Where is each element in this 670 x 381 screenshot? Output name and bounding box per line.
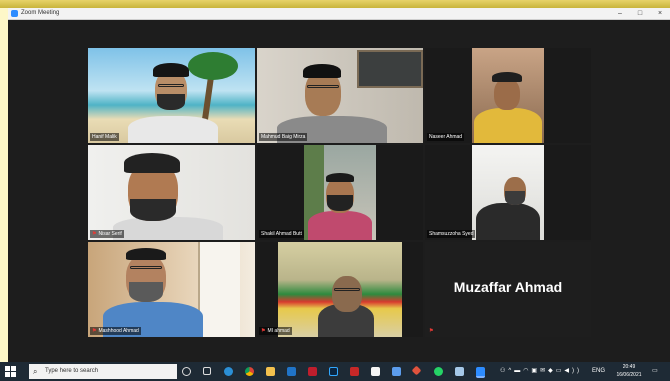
participant-name-label: ⚑: [427, 327, 437, 335]
participant-name-label: Shakil Ahmad Butt: [259, 230, 304, 238]
participant-tile-hanif-malik[interactable]: Hanif Malik: [88, 48, 255, 143]
participant-video: [257, 48, 423, 143]
participant-video: [472, 48, 544, 143]
app-icon[interactable]: [371, 367, 380, 376]
windows-start-button[interactable]: [5, 366, 16, 377]
participant-tile-mi-ahmad[interactable]: ⚑ MI ahmad: [257, 242, 423, 337]
participant-tile-nisar-serif[interactable]: ⚑ Nisar Serif: [88, 145, 255, 240]
taskbar-search-box[interactable]: ⌕ Type here to search: [29, 364, 177, 379]
minimize-button[interactable]: –: [610, 8, 630, 19]
participant-video: [304, 145, 376, 240]
participant-name-label: Hanif Malik: [90, 133, 119, 141]
window-titlebar: Zoom Meeting – □ ×: [8, 8, 670, 20]
outer-window-top-bar: [0, 0, 670, 8]
clock-time: 20:49: [622, 364, 636, 370]
participant-name-label: ⚑ Mashhood Ahmad: [90, 327, 141, 335]
participant-tile-mahmud-baig-mirza[interactable]: Mahmud Baig Mirza: [257, 48, 423, 143]
photoshop-icon[interactable]: [329, 367, 338, 376]
calendar-icon[interactable]: [392, 367, 401, 376]
participant-video: [88, 48, 255, 143]
maximize-button[interactable]: □: [630, 8, 650, 19]
participant-tile-mashhood-ahmad[interactable]: ⚑ Mashhood Ahmad: [88, 242, 255, 337]
windows-taskbar: ⌕ Type here to search ⚇^▬◠▣✉◆▭◀)) ENG 20…: [0, 362, 670, 381]
muted-mic-icon: ⚑: [429, 328, 434, 334]
participant-display-name: Muzaffar Ahmad: [453, 279, 563, 295]
participant-name-label: Shamsuzzoha Syed: [427, 230, 476, 238]
participant-tile-shakil-ahmad-butt[interactable]: Shakil Ahmad Butt: [257, 145, 423, 240]
file-explorer-icon[interactable]: [266, 367, 275, 376]
search-placeholder: Type here to search: [45, 368, 99, 374]
zoom-meeting-window: Zoom Meeting – □ × Hanif Malik Mahmud Ba…: [8, 8, 670, 362]
filezilla-icon[interactable]: [308, 367, 317, 376]
participant-video: [88, 242, 255, 337]
search-icon: ⌕: [33, 367, 38, 376]
participant-name-label: ⚑ Nisar Serif: [90, 230, 124, 238]
participant-name-label: Mahmud Baig Mirza: [259, 133, 308, 141]
participant-tile-shamsuzzoha-syed[interactable]: Shamsuzzoha Syed: [425, 145, 591, 240]
media-player-icon[interactable]: [350, 367, 359, 376]
zoom-taskbar-icon[interactable]: [476, 367, 485, 378]
outlook-icon[interactable]: [287, 367, 296, 376]
participant-video: [278, 242, 402, 337]
participant-tile-naseer-ahmad[interactable]: Naseer Ahmad: [425, 48, 591, 143]
zoom-app-icon: [11, 10, 18, 17]
app-icon[interactable]: [455, 367, 464, 376]
participant-video: [472, 145, 544, 240]
edge-browser-icon[interactable]: [224, 367, 233, 376]
muted-mic-icon: ⚑: [261, 328, 266, 334]
clock-date: 16/06/2021: [616, 372, 642, 378]
task-view-icon[interactable]: [182, 367, 191, 376]
muted-mic-icon: ⚑: [92, 328, 97, 334]
window-title: Zoom Meeting: [21, 10, 60, 16]
participant-tile-muzaffar-ahmad[interactable]: Muzaffar Ahmad ⚑: [425, 242, 591, 337]
tray-icons[interactable]: ⚇^▬◠▣✉◆▭◀)): [500, 366, 582, 377]
participant-video: [88, 145, 255, 240]
close-button[interactable]: ×: [650, 8, 670, 19]
app-icon[interactable]: [411, 365, 422, 376]
whatsapp-icon[interactable]: [434, 367, 443, 376]
task-view-icon[interactable]: [203, 367, 211, 375]
language-indicator[interactable]: ENG: [592, 366, 605, 377]
participant-name-label: Naseer Ahmad: [427, 133, 465, 141]
chrome-icon[interactable]: [245, 367, 254, 376]
taskbar-clock[interactable]: 20:49 16/06/2021: [612, 363, 646, 379]
muted-mic-icon: ⚑: [92, 231, 97, 237]
notification-icon[interactable]: ▭: [652, 366, 658, 377]
participant-name-label: ⚑ MI ahmad: [259, 327, 292, 335]
